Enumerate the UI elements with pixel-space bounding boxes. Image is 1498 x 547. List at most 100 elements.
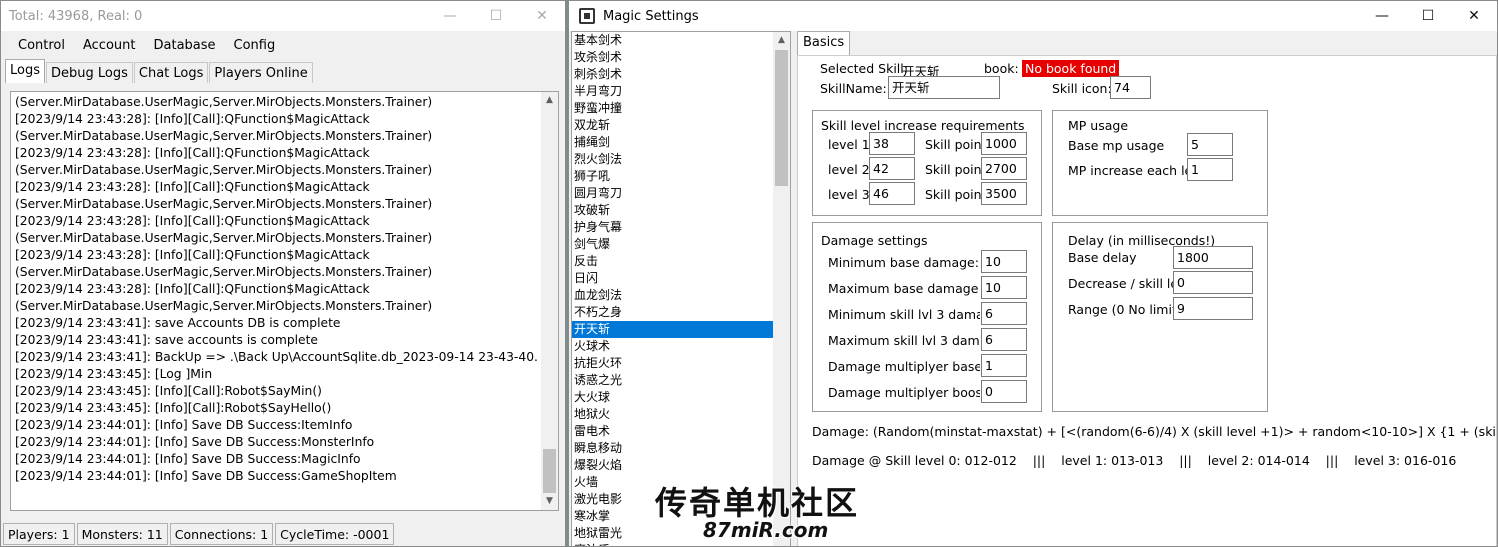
log-textbox[interactable]: (Server.MirDatabase.UserMagic,Server.Mir… (10, 91, 559, 511)
skill-point-3-label: Skill point (925, 187, 983, 202)
menu-account[interactable]: Account (74, 35, 145, 56)
close-button[interactable]: ✕ (1451, 1, 1497, 31)
level-2-input[interactable]: 42 (869, 157, 915, 180)
skill-list-item[interactable]: 诱惑之光 (572, 372, 775, 389)
skill-list-item[interactable]: 反击 (572, 253, 775, 270)
skill-list-item[interactable]: 狮子吼 (572, 168, 775, 185)
scroll-down-icon[interactable]: ▼ (541, 493, 558, 510)
scroll-thumb[interactable] (543, 449, 556, 493)
menu-config[interactable]: Config (225, 35, 285, 56)
server-title: Total: 43968, Real: 0 (9, 8, 143, 24)
skill-list-item[interactable]: 刺杀剑术 (572, 66, 775, 83)
book-label: book: (984, 61, 1019, 76)
skill-list-item[interactable]: 攻杀剑术 (572, 49, 775, 66)
skill-list-item[interactable]: 魔法盾 (572, 542, 775, 546)
log-scrollbar[interactable]: ▲ ▼ (541, 92, 558, 510)
scroll-thumb[interactable] (775, 50, 788, 186)
magic-titlebar[interactable]: Magic Settings — ☐ ✕ (569, 1, 1497, 31)
mp-increase-label: MP increase each level (1068, 163, 1192, 178)
decrease-delay-input[interactable]: 0 (1173, 271, 1253, 294)
status-monsters: Monsters: 11 (76, 523, 168, 545)
log-line: (Server.MirDatabase.UserMagic,Server.Mir… (15, 129, 433, 143)
tab-logs[interactable]: Logs (5, 59, 45, 83)
skill-scrollbar[interactable]: ▲ (773, 32, 790, 546)
tab-basics[interactable]: Basics (797, 31, 851, 56)
base-mp-input[interactable]: 5 (1187, 133, 1233, 156)
skill-listbox[interactable]: 基本剑术 攻杀剑术 刺杀剑术 半月弯刀 野蛮冲撞 双龙斩 捕绳剑 烈火剑法 狮子吼 圆月弯刀 攻破斩… (571, 31, 791, 546)
decrease-delay-label: Decrease / skill level (1068, 276, 1178, 291)
minimize-button[interactable]: — (1359, 1, 1405, 31)
min-skill-damage-input[interactable]: 6 (981, 302, 1027, 325)
skill-point-1-input[interactable]: 1000 (981, 132, 1027, 155)
level-req-title: Skill level increase requirements (821, 118, 1025, 133)
skill-list-item[interactable]: 基本剑术 (572, 32, 775, 49)
server-titlebar[interactable]: Total: 43968, Real: 0 — ☐ ✕ (1, 1, 565, 31)
minimize-button[interactable]: — (427, 1, 473, 31)
skill-list-item[interactable]: 大火球 (572, 389, 775, 406)
delay-group: Delay (in milliseconds!) Base delay 1800… (1052, 222, 1268, 412)
skill-list-item[interactable]: 血龙剑法 (572, 287, 775, 304)
min-base-damage-input[interactable]: 10 (981, 250, 1027, 273)
maximize-button[interactable]: ☐ (1405, 1, 1451, 31)
log-line: [2023/9/14 23:44:01]: [Info] Save DB Suc… (15, 418, 353, 432)
skill-list-item[interactable]: 攻破斩 (572, 202, 775, 219)
skill-point-2-label: Skill point (925, 162, 983, 177)
log-line: (Server.MirDatabase.UserMagic,Server.Mir… (15, 299, 433, 313)
skill-list-item[interactable]: 烈火剑法 (572, 151, 775, 168)
skill-list-item[interactable]: 瞬息移动 (572, 440, 775, 457)
tab-chat-logs[interactable]: Chat Logs (133, 62, 209, 83)
damage-formula: Damage: (Random(minstat-maxstat) + [<(ra… (812, 424, 1496, 439)
tab-debug-logs[interactable]: Debug Logs (46, 62, 133, 83)
mp-usage-group: MP usage Base mp usage 5 MP increase eac… (1052, 110, 1268, 216)
status-connections: Connections: 1 (169, 523, 274, 545)
mp-increase-input[interactable]: 1 (1187, 158, 1233, 181)
level-2-label: level 2 (828, 162, 870, 177)
level-3-input[interactable]: 46 (869, 182, 915, 205)
level-1-input[interactable]: 38 (869, 132, 915, 155)
multiplyer-boost-label: Damage multiplyer boost/lvl (828, 385, 980, 400)
skill-list-item[interactable]: 地狱火 (572, 406, 775, 423)
multiplyer-boost-input[interactable]: 0 (981, 380, 1027, 403)
range-input[interactable]: 9 (1173, 297, 1253, 320)
damage-levels: Damage @ Skill level 0: 012-012 ||| leve… (812, 453, 1457, 468)
skill-list-item[interactable]: 半月弯刀 (572, 83, 775, 100)
multiplyer-base-input[interactable]: 1 (981, 354, 1027, 377)
scroll-up-icon[interactable]: ▲ (541, 92, 558, 109)
log-line: (Server.MirDatabase.UserMagic,Server.Mir… (15, 163, 433, 177)
skill-icon-input[interactable]: 74 (1110, 76, 1151, 99)
log-line: [2023/9/14 23:43:45]: [Log ]Min (15, 367, 213, 381)
skill-list-item[interactable]: 圆月弯刀 (572, 185, 775, 202)
skill-point-3-input[interactable]: 3500 (981, 182, 1027, 205)
log-line: [2023/9/14 23:43:45]: [Info][Call]:Robot… (15, 384, 322, 398)
skill-list-item[interactable]: 日闪 (572, 270, 775, 287)
watermark-url: 87miR.com (703, 518, 829, 542)
settings-panel: Basics Selected Skill: 开天斩 book: No book… (797, 31, 1497, 546)
skill-list-item[interactable]: 捕绳剑 (572, 134, 775, 151)
base-delay-input[interactable]: 1800 (1173, 246, 1253, 269)
skill-list-item[interactable]: 双龙斩 (572, 117, 775, 134)
max-skill-damage-input[interactable]: 6 (981, 328, 1027, 351)
skill-list-item[interactable]: 野蛮冲撞 (572, 100, 775, 117)
menu-database[interactable]: Database (145, 35, 225, 56)
selected-skill-label: Selected Skill: (820, 61, 908, 76)
skill-list-item[interactable]: 剑气爆 (572, 236, 775, 253)
skill-list-item[interactable]: 火球术 (572, 338, 775, 355)
mp-usage-title: MP usage (1068, 118, 1129, 133)
tab-players-online[interactable]: Players Online (209, 62, 313, 83)
skill-point-2-input[interactable]: 2700 (981, 157, 1027, 180)
level-1-label: level 1 (828, 137, 870, 152)
close-button[interactable]: ✕ (519, 1, 565, 31)
skill-list-item[interactable]: 雷电术 (572, 423, 775, 440)
skill-name-input[interactable]: 开天斩 (888, 76, 1000, 99)
log-line: (Server.MirDatabase.UserMagic,Server.Mir… (15, 197, 433, 211)
skill-list-item[interactable]: 抗拒火环 (572, 355, 775, 372)
menu-control[interactable]: Control (9, 35, 74, 56)
skill-list-item[interactable]: 开天斩 (572, 321, 775, 338)
skill-list-item[interactable]: 爆裂火焰 (572, 457, 775, 474)
status-players: Players: 1 (3, 523, 75, 545)
scroll-up-icon[interactable]: ▲ (773, 32, 790, 49)
max-base-damage-input[interactable]: 10 (981, 276, 1027, 299)
skill-list-item[interactable]: 护身气幕 (572, 219, 775, 236)
maximize-button[interactable]: ☐ (473, 1, 519, 31)
skill-list-item[interactable]: 不朽之身 (572, 304, 775, 321)
